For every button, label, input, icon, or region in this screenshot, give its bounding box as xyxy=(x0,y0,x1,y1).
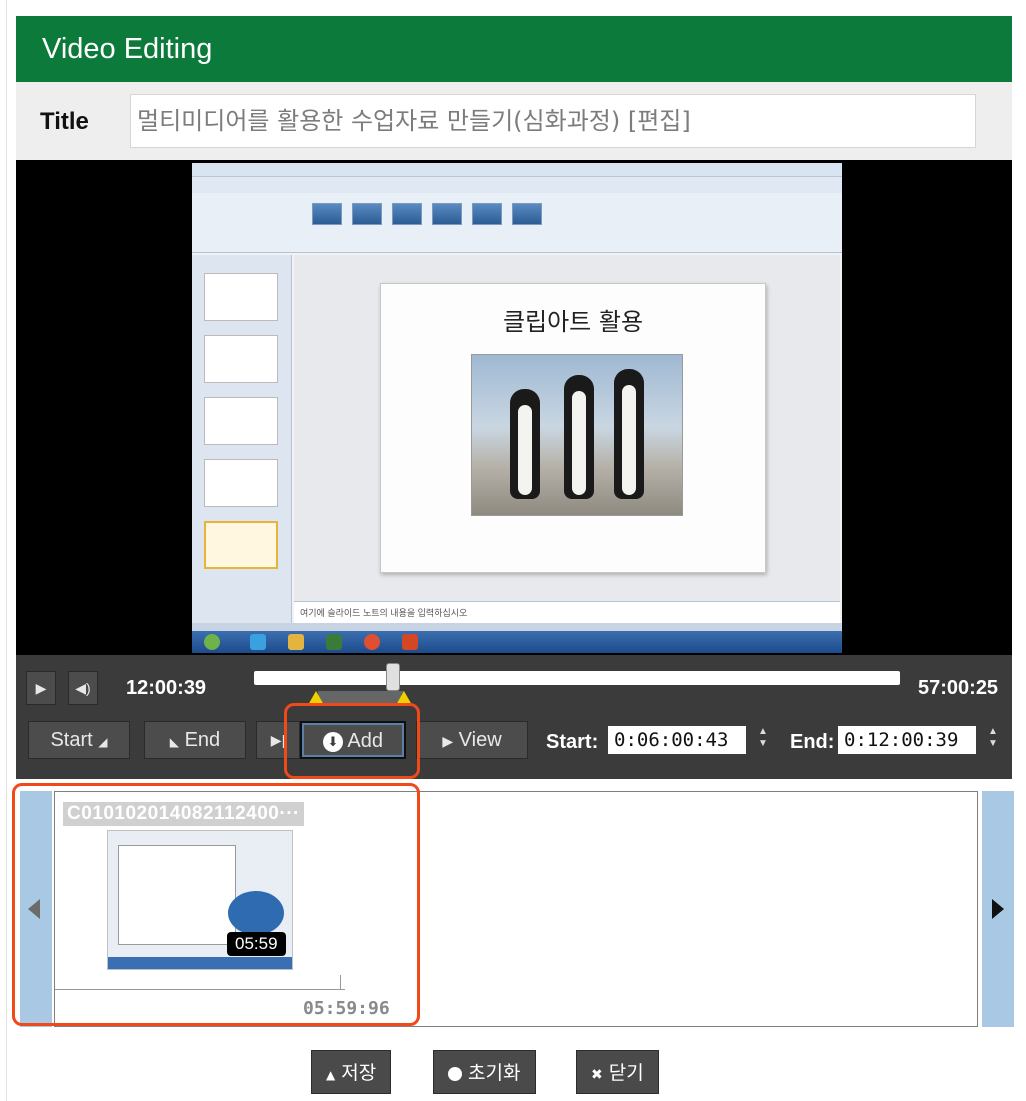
edit-controls: ▶ ◀) 12:00:39 57:00:25 Start ◢ ◣ End ▶| … xyxy=(16,655,1012,779)
start-field-label: Start: xyxy=(546,731,599,753)
media-icon xyxy=(326,634,342,650)
start-orb-icon xyxy=(204,634,220,650)
volume-button[interactable]: ◀) xyxy=(68,671,98,705)
end-time-spinner[interactable]: ▲ ▼ xyxy=(986,726,1000,754)
view-button-label: View xyxy=(458,729,502,751)
title-input[interactable]: 멀티미디어를 활용한 수업자료 만들기(심화과정) [편집] xyxy=(130,94,976,148)
play-button[interactable]: ▶ xyxy=(26,671,56,705)
view-button[interactable]: ▶ View xyxy=(416,721,528,759)
penguin-picture xyxy=(471,354,683,516)
penguin-shape xyxy=(564,375,594,499)
start-time-input[interactable]: 0:06:00:43 xyxy=(608,726,746,754)
browser-icon xyxy=(250,634,266,650)
style-thumb xyxy=(312,203,342,225)
strip-next-button[interactable] xyxy=(982,791,1014,1027)
header-bar: Video Editing xyxy=(16,16,1012,82)
playhead-handle[interactable] xyxy=(386,663,400,691)
title-label: Title xyxy=(40,108,89,135)
slide-thumbnail xyxy=(204,273,278,321)
style-thumb xyxy=(392,203,422,225)
close-icon: ✖ xyxy=(591,1067,603,1083)
end-time-input[interactable]: 0:12:00:39 xyxy=(838,726,976,754)
title-row: Title 멀티미디어를 활용한 수업자료 만들기(심화과정) [편집] xyxy=(16,82,1012,160)
start-button-label: Start xyxy=(50,729,93,751)
ribbon-tabs xyxy=(192,177,842,193)
slide-title: 클립아트 활용 xyxy=(502,308,644,336)
close-button-label: 닫기 xyxy=(608,1062,644,1084)
total-time: 57:00:25 xyxy=(918,677,999,699)
slide-thumbnail xyxy=(204,397,278,445)
end-button-label: End xyxy=(184,729,221,751)
slide-thumbnail xyxy=(204,459,278,507)
powerpoint-icon xyxy=(402,634,418,650)
reset-circle-icon xyxy=(448,1066,462,1081)
style-thumb xyxy=(472,203,502,225)
triangle-right-icon xyxy=(992,899,1004,919)
reset-button-label: 초기화 xyxy=(468,1062,521,1084)
style-thumb xyxy=(512,203,542,225)
app-titlebar xyxy=(192,163,842,177)
close-button[interactable]: ✖ 닫기 xyxy=(576,1050,659,1094)
os-taskbar xyxy=(192,631,842,653)
corner-icon: ◣ xyxy=(169,735,180,749)
video-frame: 클립아트 활용 여기에 슬라이드 노트의 내용을 입력하십시오 xyxy=(192,163,842,653)
style-thumb xyxy=(352,203,382,225)
reset-button[interactable]: 초기화 xyxy=(433,1050,536,1094)
play-small-icon: ▶ xyxy=(442,733,454,749)
chrome-icon xyxy=(364,634,380,650)
ribbon xyxy=(192,193,842,253)
penguin-shape xyxy=(510,389,540,499)
start-time-spinner[interactable]: ▲ ▼ xyxy=(756,726,770,754)
page-title: Video Editing xyxy=(42,33,213,65)
slide-notes: 여기에 슬라이드 노트의 내용을 입력하십시오 xyxy=(294,601,840,623)
video-player[interactable]: 클립아트 활용 여기에 슬라이드 노트의 내용을 입력하십시오 xyxy=(16,160,1012,655)
caret-up-icon: ▲ xyxy=(326,1068,336,1082)
clip-highlight xyxy=(12,783,420,1026)
play-icon: ▶ xyxy=(35,680,47,696)
app-statusbar xyxy=(192,623,842,631)
style-thumb xyxy=(432,203,462,225)
slide-thumbnails-panel xyxy=(192,255,292,645)
folder-icon xyxy=(288,634,304,650)
end-field-label: End: xyxy=(790,731,835,753)
save-button-label: 저장 xyxy=(341,1062,377,1084)
corner-icon: ◢ xyxy=(98,735,108,749)
slide: 클립아트 활용 xyxy=(380,283,766,573)
current-time: 12:00:39 xyxy=(126,677,207,699)
slide-thumbnail xyxy=(204,335,278,383)
add-button-highlight xyxy=(284,703,420,779)
volume-icon: ◀) xyxy=(75,680,91,696)
slide-canvas: 클립아트 활용 xyxy=(294,255,840,601)
penguin-shape xyxy=(614,369,644,499)
timeline-track[interactable] xyxy=(254,671,900,685)
end-button[interactable]: ◣ End xyxy=(144,721,246,759)
save-button[interactable]: ▲ 저장 xyxy=(311,1050,392,1094)
slide-thumbnail-selected xyxy=(204,521,278,569)
start-button[interactable]: Start ◢ xyxy=(28,721,130,759)
